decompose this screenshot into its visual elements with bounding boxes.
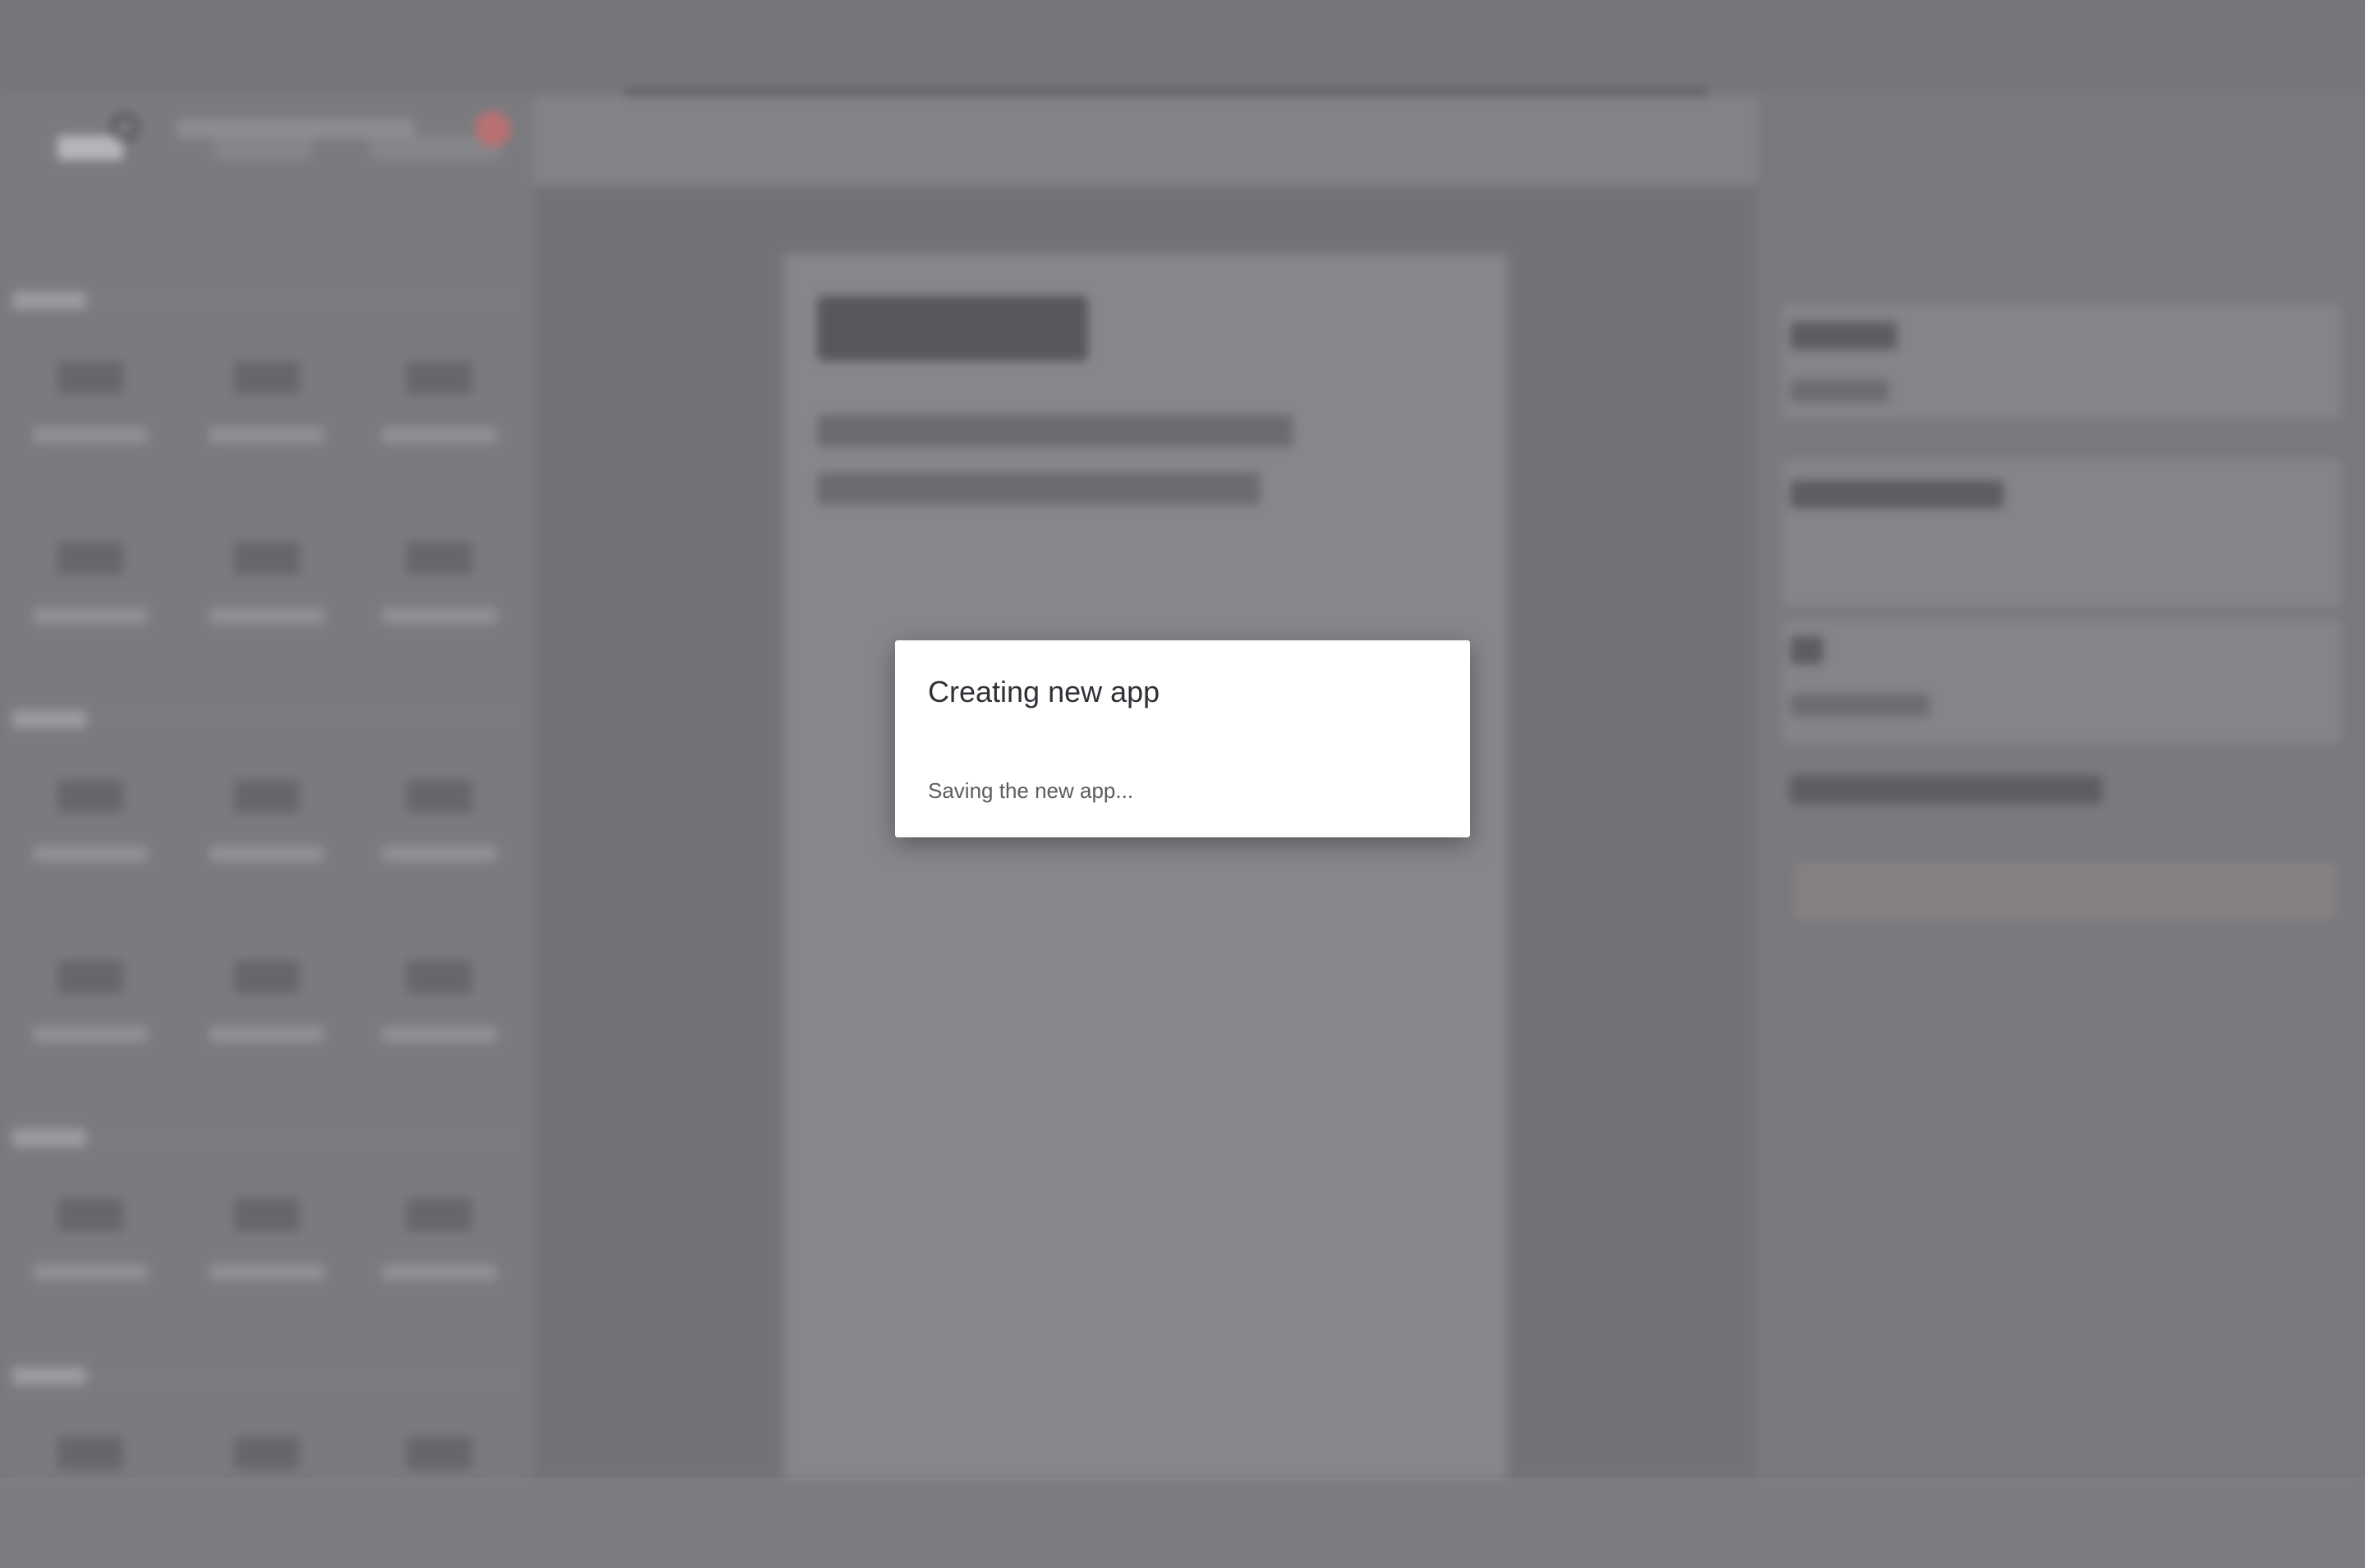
- dialog-title: Creating new app: [928, 675, 1160, 708]
- dialog-message: Saving the new app...: [928, 778, 1134, 803]
- creating-app-dialog: Creating new app Saving the new app...: [895, 640, 1470, 837]
